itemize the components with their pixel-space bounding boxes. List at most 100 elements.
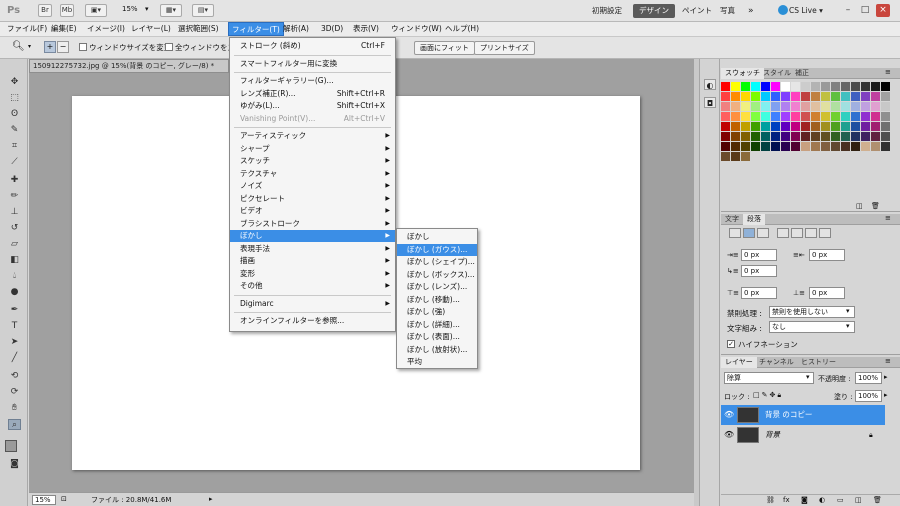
swatch[interactable] <box>811 82 820 91</box>
swatch[interactable] <box>851 92 860 101</box>
chevron-down-icon[interactable]: ▾ <box>846 307 850 315</box>
layer-name[interactable]: 背景 <box>765 425 780 445</box>
swatch[interactable] <box>831 102 840 111</box>
filter-menu-item[interactable]: ぼかし ▶ <box>230 230 395 242</box>
marquee-tool-icon[interactable]: ⬚ <box>8 93 21 104</box>
swatch[interactable] <box>801 92 810 101</box>
swatch[interactable] <box>771 102 780 111</box>
swatch[interactable] <box>811 112 820 121</box>
kinsoku-select[interactable]: 禁則を使用しない <box>769 306 855 318</box>
swatch[interactable] <box>721 102 730 111</box>
space-before-field[interactable]: 0 px <box>741 287 777 299</box>
dodge-tool-icon[interactable]: ● <box>8 287 21 298</box>
eyedropper-tool-icon[interactable]: ⟋ <box>8 157 21 168</box>
swatch[interactable] <box>851 122 860 131</box>
swatch[interactable] <box>841 122 850 131</box>
blur-menu-item[interactable]: ぼかし (詳細)... <box>397 319 477 331</box>
workspace-photography[interactable]: 写真 <box>714 4 741 18</box>
swatch[interactable] <box>791 132 800 141</box>
zoom-tool-icon[interactable]: 🔍︎ <box>12 41 25 52</box>
panel-menu-icon[interactable]: ≡ <box>885 68 891 76</box>
swatch[interactable] <box>801 82 810 91</box>
swatch[interactable] <box>851 102 860 111</box>
swatch[interactable] <box>821 112 830 121</box>
pen-tool-icon[interactable]: ✒ <box>8 305 21 316</box>
swatch[interactable] <box>821 132 830 141</box>
chevron-down-icon[interactable]: ▾ <box>806 373 810 381</box>
tab-history[interactable]: ヒストリー <box>797 357 840 368</box>
swatch[interactable] <box>851 112 860 121</box>
new-layer-icon[interactable]: ◫ <box>855 496 862 504</box>
status-zoom-field[interactable]: 15% <box>32 495 56 505</box>
swatch[interactable] <box>781 82 790 91</box>
filter-menu-item[interactable]: アーティスティック ▶ <box>230 130 395 142</box>
lock-options-icon[interactable]: □✎✥🔒︎ <box>753 391 783 400</box>
blur-menu-item[interactable]: ぼかし (ボックス)... <box>397 269 477 281</box>
swatch[interactable] <box>761 82 770 91</box>
status-options-icon[interactable]: ⊡ <box>61 495 67 503</box>
swatch[interactable] <box>831 112 840 121</box>
swatch[interactable] <box>721 142 730 151</box>
eraser-tool-icon[interactable]: ▱ <box>8 239 21 250</box>
tab-layers[interactable]: レイヤー <box>721 357 757 368</box>
filter-menu-item[interactable]: 描画 ▶ <box>230 255 395 267</box>
swatch[interactable] <box>861 82 870 91</box>
swatch[interactable] <box>721 112 730 121</box>
swatch[interactable] <box>731 92 740 101</box>
delete-layer-icon[interactable]: 🗑︎ <box>873 496 882 504</box>
menu-3d[interactable]: 3D(D) <box>318 22 346 36</box>
chevron-down-icon[interactable]: ▾ <box>846 322 850 330</box>
swatch[interactable] <box>731 82 740 91</box>
swatch[interactable] <box>841 102 850 111</box>
eye-icon[interactable]: 👁︎ <box>724 425 734 445</box>
eye-icon[interactable]: 👁︎ <box>724 405 734 425</box>
swatch[interactable] <box>811 132 820 141</box>
swatch[interactable] <box>771 122 780 131</box>
space-after-field[interactable]: 0 px <box>809 287 845 299</box>
blur-menu-item[interactable]: ぼかし <box>397 231 477 243</box>
swatch[interactable] <box>861 132 870 141</box>
swatch[interactable] <box>741 92 750 101</box>
swatch[interactable] <box>841 92 850 101</box>
indent-left-field[interactable]: 0 px <box>741 249 777 261</box>
status-arrow-icon[interactable]: ▸ <box>209 495 213 503</box>
menu-layer[interactable]: レイヤー(L) <box>128 22 174 36</box>
filter-menu-item[interactable]: ビデオ ▶ <box>230 205 395 217</box>
layer-mask-icon[interactable]: ◙ <box>801 496 808 504</box>
align-right-icon[interactable] <box>757 228 769 238</box>
move-tool-icon[interactable]: ✥ <box>8 77 21 88</box>
layer-name[interactable]: 背景 のコピー <box>765 405 812 425</box>
filter-menu-item[interactable]: ゆがみ(L)... Shift+Ctrl+X <box>230 100 395 112</box>
path-selection-tool-icon[interactable]: ➤ <box>8 337 21 348</box>
swatch[interactable] <box>821 122 830 131</box>
panel-menu-icon[interactable]: ≡ <box>885 357 891 365</box>
document-tab[interactable]: 150912275732.jpg @ 15%(背景 のコピー, グレー/8) * <box>29 59 229 73</box>
swatch[interactable] <box>841 132 850 141</box>
swatch[interactable] <box>721 132 730 141</box>
blur-tool-icon[interactable]: 💧︎ <box>8 271 21 282</box>
layer-row[interactable]: 👁︎ 背景 のコピー <box>721 405 885 425</box>
swatch[interactable] <box>881 142 890 151</box>
tab-paragraph[interactable]: 段落 <box>743 214 765 225</box>
swatch[interactable] <box>721 152 730 161</box>
menu-view[interactable]: 表示(V) <box>350 22 382 36</box>
bridge-button[interactable]: Br <box>38 4 52 17</box>
maximize-icon[interactable]: □ <box>858 4 872 17</box>
swatch[interactable] <box>861 112 870 121</box>
filter-menu-item[interactable]: 変形 ▶ <box>230 268 395 280</box>
swatch[interactable] <box>761 92 770 101</box>
more-workspaces-button[interactable]: » <box>742 4 760 18</box>
swatch[interactable] <box>731 142 740 151</box>
swatch[interactable] <box>801 142 810 151</box>
swatch[interactable] <box>791 102 800 111</box>
swatch[interactable] <box>781 92 790 101</box>
delete-swatch-icon[interactable]: 🗑︎ <box>871 202 880 210</box>
justify-last-right-icon[interactable] <box>805 228 817 238</box>
filter-menu-item[interactable]: Digimarc ▶ <box>230 298 395 310</box>
swatch[interactable] <box>791 142 800 151</box>
align-center-icon[interactable] <box>743 228 755 238</box>
blur-menu-item[interactable]: ぼかし (強) <box>397 306 477 318</box>
swatch[interactable] <box>821 82 830 91</box>
filter-menu-item[interactable]: 表現手法 ▶ <box>230 243 395 255</box>
layer-style-icon[interactable]: fx <box>783 496 790 504</box>
